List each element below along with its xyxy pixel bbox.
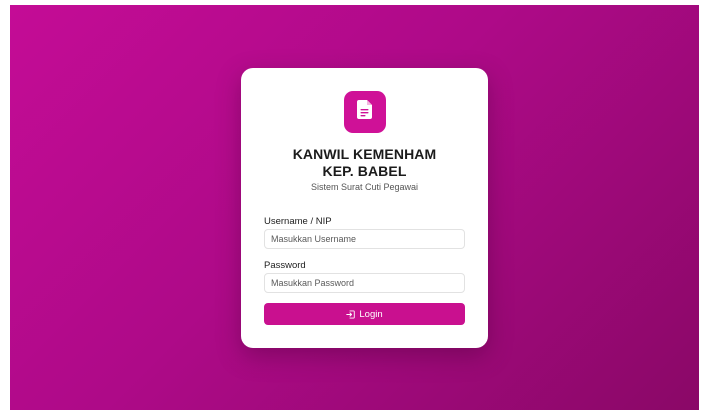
login-button[interactable]: Login — [264, 303, 465, 325]
login-icon — [346, 309, 356, 319]
login-card: KANWIL KEMENHAM KEP. BABEL Sistem Surat … — [241, 68, 488, 348]
document-icon — [357, 100, 373, 124]
login-screen-background: KANWIL KEMENHAM KEP. BABEL Sistem Surat … — [10, 5, 699, 410]
login-button-label: Login — [359, 308, 383, 320]
app-title: KANWIL KEMENHAM KEP. BABEL — [241, 146, 488, 180]
username-input[interactable] — [264, 229, 465, 249]
password-input[interactable] — [264, 273, 465, 293]
username-label: Username / NIP — [264, 216, 332, 227]
app-title-line-1: KANWIL KEMENHAM — [292, 146, 437, 162]
app-title-line-2: KEP. BABEL — [322, 163, 407, 179]
password-label: Password — [264, 260, 306, 271]
app-subtitle: Sistem Surat Cuti Pegawai — [310, 182, 419, 192]
app-logo — [344, 91, 386, 133]
